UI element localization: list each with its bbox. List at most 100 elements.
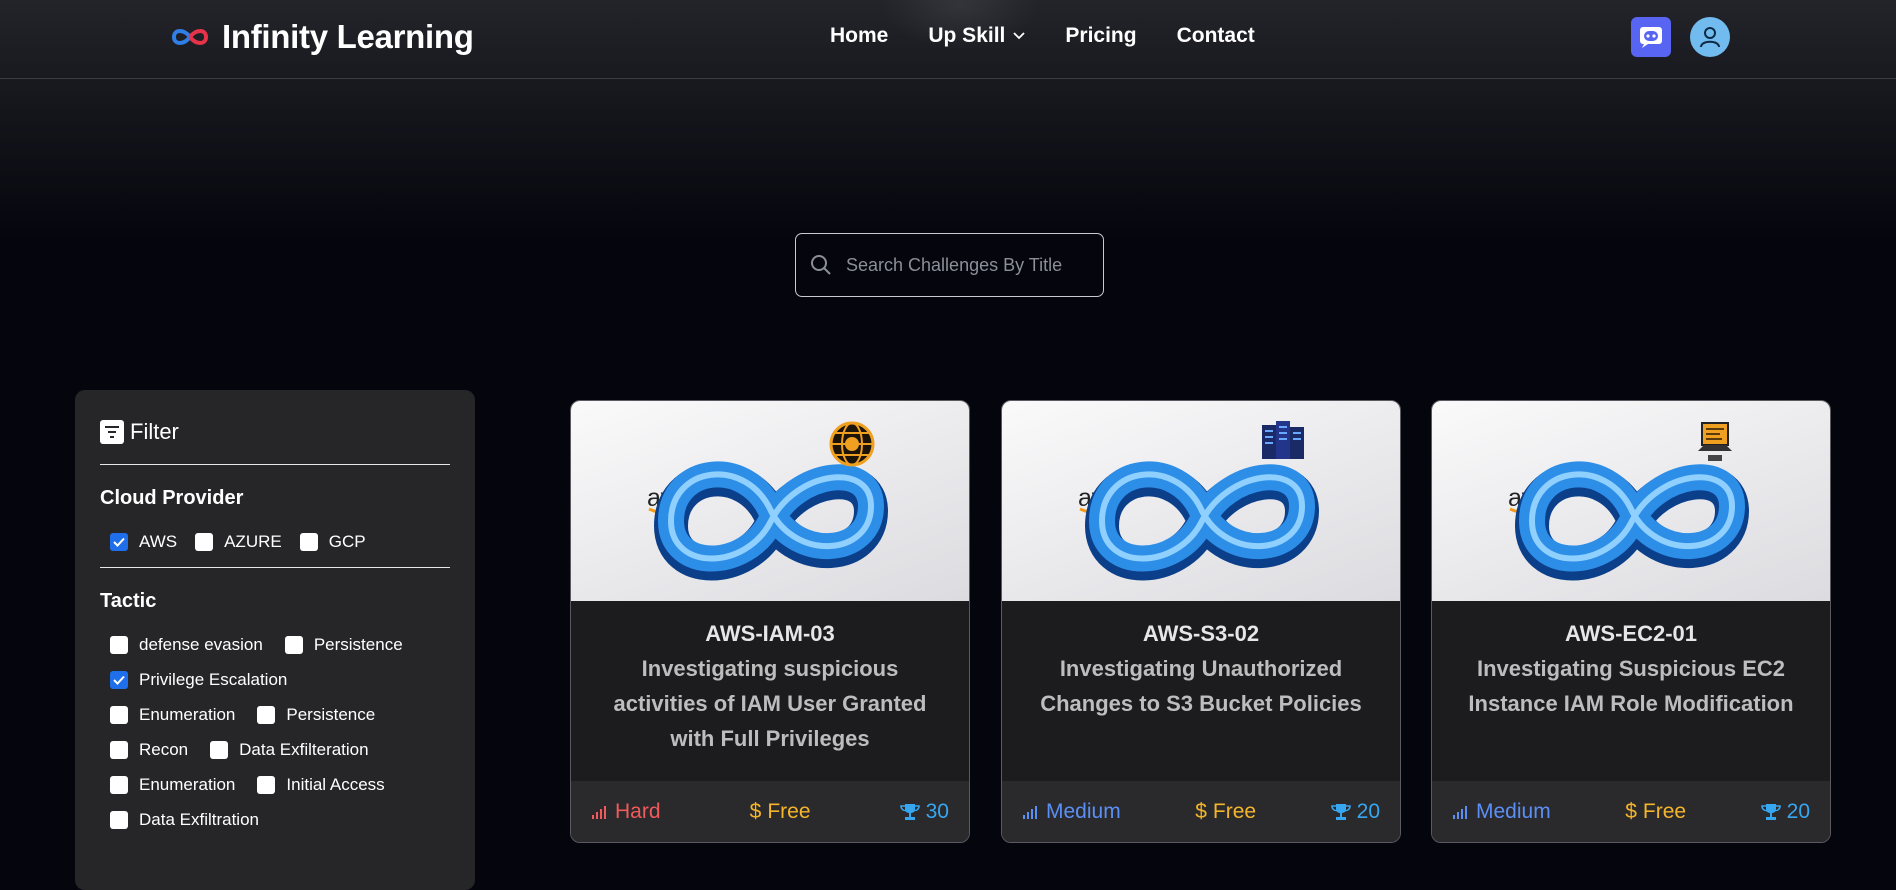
- checkbox-label: AWS: [139, 531, 178, 551]
- filter-title: Filter: [130, 419, 179, 444]
- tactic-title: Tactic: [100, 590, 157, 612]
- filter-header: Filter: [100, 414, 450, 450]
- price-badge: $ Free: [750, 800, 811, 824]
- checkbox-label: Initial Access: [286, 774, 385, 794]
- card-thumbnail: aws: [1002, 401, 1400, 601]
- dollar-icon: $: [1195, 800, 1207, 823]
- nav-upskill[interactable]: Up Skill: [928, 24, 1026, 48]
- server-rack-icon: [1262, 421, 1304, 459]
- checkbox-label: GCP: [328, 531, 366, 551]
- card-footer: Hard $ Free 30: [571, 781, 969, 842]
- checkbox-label: AZURE: [224, 531, 282, 551]
- nav-contact-label: Contact: [1176, 24, 1255, 47]
- difficulty-badge: Medium: [1022, 800, 1121, 824]
- points-badge: 20: [1330, 800, 1380, 824]
- trophy-icon: [1330, 804, 1351, 820]
- checkbox-unchecked-icon: [257, 705, 276, 724]
- checkbox-privilege-escalation[interactable]: Privilege Escalation: [110, 662, 287, 697]
- card-body: AWS-S3-02 Investigating Unauthorized Cha…: [1002, 601, 1400, 781]
- nav-home[interactable]: Home: [830, 24, 888, 48]
- nav-contact[interactable]: Contact: [1177, 24, 1255, 48]
- checkbox-enumeration[interactable]: Enumeration: [110, 697, 235, 732]
- checkbox-data-exfiltration[interactable]: Data Exfiltration: [110, 802, 259, 837]
- checkbox-checked-icon: [110, 670, 128, 689]
- points-label: 20: [1356, 800, 1380, 823]
- card-title: AWS-EC2-01: [1564, 621, 1698, 646]
- checkbox-label: Enumeration: [139, 774, 236, 794]
- points-label: 30: [925, 800, 949, 823]
- card-title: AWS-S3-02: [1142, 621, 1260, 646]
- main-nav: Home Up Skill Pricing Contact: [830, 24, 1255, 48]
- checkbox-label: Data Exfilteration: [239, 739, 369, 759]
- cloud-provider-options: AWS AZURE GCP: [100, 524, 450, 559]
- checkbox-label: Persistence: [313, 634, 403, 654]
- checkbox-label: Privilege Escalation: [139, 669, 288, 689]
- difficulty-label: Medium: [1476, 800, 1551, 823]
- card-body: AWS-EC2-01 Investigating Suspicious EC2 …: [1432, 601, 1830, 781]
- top-navbar: Infinity Learning Home Up Skill Pricing …: [0, 0, 1896, 79]
- checkbox-unchecked-icon: [110, 775, 128, 794]
- discord-button[interactable]: [1631, 17, 1671, 57]
- bitcoin-globe-icon: [829, 421, 875, 467]
- challenge-card[interactable]: aws AWS-IAM-03 Investigating suspicious …: [570, 400, 970, 843]
- checkbox-defense-evasion[interactable]: defense evasion: [110, 627, 263, 662]
- checkbox-unchecked-icon: [110, 705, 128, 724]
- brand-logo[interactable]: Infinity Learning: [170, 18, 474, 56]
- checkbox-azure[interactable]: AZURE: [195, 524, 282, 559]
- filter-panel: Filter Cloud Provider AWS AZURE GCP Tact…: [75, 390, 475, 890]
- checkbox-label: Data Exfiltration: [139, 809, 259, 829]
- tactic-options: defense evasion Persistence Privilege Es…: [100, 627, 450, 837]
- checkbox-unchecked-icon: [299, 532, 318, 551]
- challenge-card[interactable]: aws AWS-EC2-01 Investigating Suspicious …: [1431, 400, 1831, 843]
- nav-pricing[interactable]: Pricing: [1065, 24, 1136, 48]
- divider: [100, 464, 450, 465]
- challenge-card[interactable]: aws AWS-S3-02 Investigating Unauthorized…: [1001, 400, 1401, 843]
- card-description: Investigating Suspicious EC2 Instance IA…: [1468, 656, 1794, 716]
- price-label: Free: [1212, 800, 1257, 823]
- price-badge: $ Free: [1625, 800, 1686, 824]
- checkbox-recon[interactable]: Recon: [110, 732, 188, 767]
- checkbox-unchecked-icon: [110, 810, 128, 829]
- checkbox-checked-icon: [110, 532, 128, 551]
- trophy-icon: [1760, 804, 1781, 820]
- points-badge: 20: [1760, 800, 1810, 824]
- brand-name: Infinity Learning: [222, 18, 474, 55]
- checkbox-gcp[interactable]: GCP: [299, 524, 366, 559]
- card-title: AWS-IAM-03: [705, 621, 835, 646]
- nav-upskill-label: Up Skill: [928, 24, 1006, 47]
- checkbox-unchecked-icon: [195, 532, 214, 551]
- checkbox-label: Persistence: [286, 704, 376, 724]
- search-input[interactable]: [844, 253, 1088, 277]
- difficulty-badge: Hard: [591, 800, 661, 824]
- checkbox-aws[interactable]: AWS: [110, 524, 177, 559]
- checkbox-persistence[interactable]: Persistence: [284, 627, 403, 662]
- checkbox-unchecked-icon: [110, 740, 128, 759]
- filter-icon: [100, 420, 124, 444]
- checkbox-unchecked-icon: [110, 635, 128, 654]
- card-description: Investigating Unauthorized Changes to S3…: [1040, 656, 1362, 716]
- checkbox-data-exfilteration[interactable]: Data Exfilteration: [210, 732, 369, 767]
- signal-bars-icon: [592, 806, 606, 819]
- points-badge: 30: [899, 800, 949, 824]
- card-body: AWS-IAM-03 Investigating suspicious acti…: [571, 601, 969, 781]
- checkbox-label: defense evasion: [139, 634, 263, 654]
- checkbox-unchecked-icon: [284, 635, 303, 654]
- difficulty-label: Medium: [1046, 800, 1121, 823]
- card-description: Investigating suspicious activities of I…: [613, 656, 927, 751]
- signal-bars-icon: [1023, 806, 1037, 819]
- dollar-icon: $: [1625, 800, 1637, 823]
- checkbox-initial-access[interactable]: Initial Access: [257, 767, 385, 802]
- cloud-provider-title: Cloud Provider: [100, 487, 244, 509]
- card-footer: Medium $ Free 20: [1002, 781, 1400, 842]
- search-box: [795, 233, 1104, 297]
- search-icon: [811, 255, 831, 275]
- trophy-icon: [899, 804, 920, 820]
- checkbox-unchecked-icon: [257, 775, 276, 794]
- infinity-logo-icon: [171, 29, 209, 45]
- price-label: Free: [767, 800, 811, 823]
- profile-button[interactable]: [1690, 17, 1730, 57]
- difficulty-label: Hard: [615, 800, 661, 823]
- infinity-3d-icon: [1514, 461, 1750, 581]
- checkbox-persistence-2[interactable]: Persistence: [257, 697, 375, 732]
- checkbox-enumeration-2[interactable]: Enumeration: [110, 767, 235, 802]
